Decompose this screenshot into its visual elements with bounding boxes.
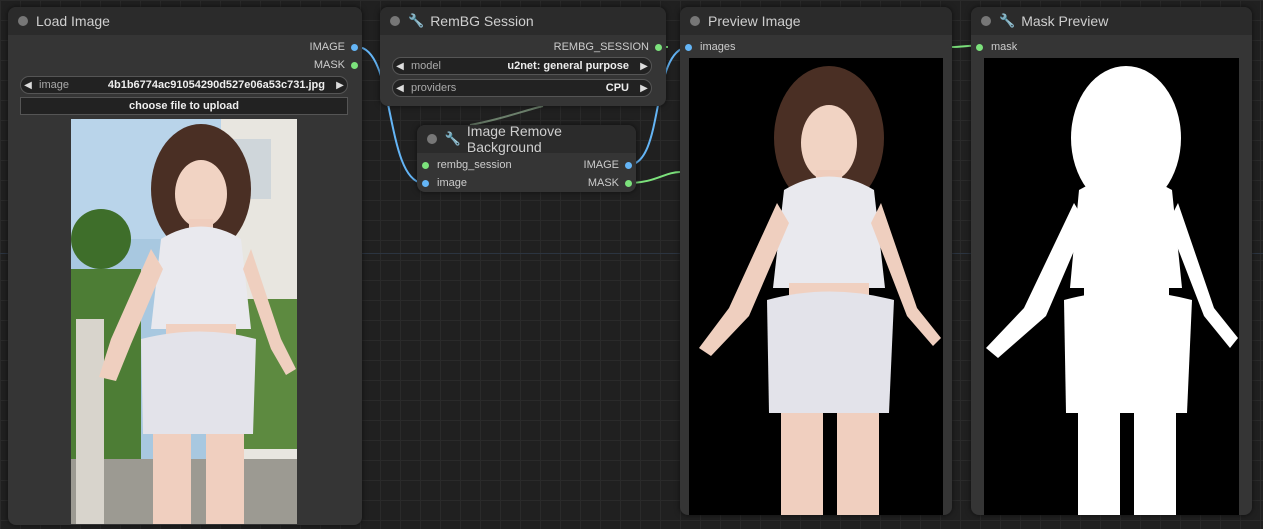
port-label: image: [437, 177, 467, 189]
circle-dot-icon[interactable]: [18, 16, 28, 26]
providers-combo[interactable]: ◀ providers CPU ▶: [392, 79, 652, 97]
mask-preview-header[interactable]: 🔧 Mask Preview: [971, 7, 1252, 35]
input-images-port[interactable]: images: [685, 39, 805, 55]
circle-dot-icon[interactable]: [690, 16, 700, 26]
port-label: MASK: [313, 59, 345, 71]
port-dot-icon[interactable]: [625, 179, 632, 187]
triangle-right-icon[interactable]: ▶: [637, 61, 651, 72]
upload-button[interactable]: choose file to upload: [20, 97, 348, 115]
output-image-port[interactable]: IMAGE: [208, 39, 358, 55]
triangle-right-icon[interactable]: ▶: [333, 80, 347, 91]
input-mask-port[interactable]: mask: [976, 39, 1096, 55]
output-rembg-session-port[interactable]: REMBG_SESSION: [500, 39, 662, 55]
image-remove-background-node[interactable]: 🔧 Image Remove Background rembg_session …: [417, 123, 636, 192]
port-dot-icon[interactable]: [351, 43, 358, 51]
node-title: RemBG Session: [430, 13, 534, 29]
remove-bg-header[interactable]: 🔧 Image Remove Background: [417, 123, 636, 155]
widget-value: CPU: [605, 82, 629, 94]
load-image-header[interactable]: Load Image: [8, 7, 362, 35]
output-mask-port[interactable]: MASK: [537, 175, 632, 191]
triangle-left-icon[interactable]: ◀: [393, 61, 407, 72]
node-title: Image Remove Background: [466, 123, 562, 155]
triangle-right-icon[interactable]: ▶: [637, 83, 651, 94]
rembg-session-node[interactable]: 🔧 RemBG Session REMBG_SESSION ◀ model u2…: [380, 7, 666, 106]
circle-dot-icon[interactable]: [981, 16, 991, 26]
port-dot-icon[interactable]: [422, 161, 429, 169]
node-title: Preview Image: [708, 13, 801, 29]
port-label: MASK: [587, 177, 619, 189]
widget-label: model: [411, 60, 441, 72]
preview-image-node[interactable]: Preview Image images: [680, 7, 952, 515]
port-label: images: [700, 41, 736, 53]
wrench-icon: 🔧: [999, 13, 1016, 28]
model-combo[interactable]: ◀ model u2net: general purpose ▶: [392, 57, 652, 75]
triangle-left-icon[interactable]: ◀: [393, 83, 407, 94]
wrench-icon: 🔧: [444, 131, 461, 146]
preview-image-header[interactable]: Preview Image: [680, 7, 952, 35]
output-mask-port[interactable]: MASK: [208, 57, 358, 73]
circle-dot-icon[interactable]: [427, 134, 437, 144]
mask-preview-output: [984, 58, 1239, 515]
port-label: mask: [991, 41, 1018, 53]
port-label: REMBG_SESSION: [553, 41, 649, 53]
port-dot-icon[interactable]: [422, 179, 429, 187]
port-label: rembg_session: [437, 159, 512, 171]
widget-label: providers: [411, 82, 457, 94]
rembg-session-header[interactable]: 🔧 RemBG Session: [380, 7, 666, 35]
image-file-combo[interactable]: ◀ image 4b1b6774ac91054290d527e06a53c731…: [20, 76, 348, 94]
node-title: Mask Preview: [1021, 13, 1109, 29]
widget-label: image: [39, 79, 69, 91]
port-dot-icon[interactable]: [976, 43, 983, 51]
port-label: IMAGE: [583, 159, 619, 171]
port-label: IMAGE: [309, 41, 345, 53]
output-image-port[interactable]: IMAGE: [537, 157, 632, 173]
port-dot-icon[interactable]: [685, 43, 692, 51]
wrench-icon: 🔧: [408, 13, 425, 28]
port-dot-icon[interactable]: [625, 161, 632, 169]
node-title: Load Image: [36, 13, 110, 29]
widget-value: u2net: general purpose: [507, 60, 629, 72]
circle-dot-icon[interactable]: [390, 16, 400, 26]
widget-value: 4b1b6774ac91054290d527e06a53c731.jpg: [107, 79, 325, 91]
port-dot-icon[interactable]: [655, 43, 662, 51]
input-image-port[interactable]: image: [422, 175, 542, 191]
preview-image-output: [689, 58, 943, 515]
loaded-image-thumbnail: [71, 119, 297, 524]
port-dot-icon[interactable]: [351, 61, 358, 69]
mask-preview-node[interactable]: 🔧 Mask Preview mask: [971, 7, 1252, 515]
input-rembg-session-port[interactable]: rembg_session: [422, 157, 542, 173]
load-image-node[interactable]: Load Image IMAGE MASK ◀ image 4b1b6774ac…: [8, 7, 362, 525]
triangle-left-icon[interactable]: ◀: [21, 80, 35, 91]
